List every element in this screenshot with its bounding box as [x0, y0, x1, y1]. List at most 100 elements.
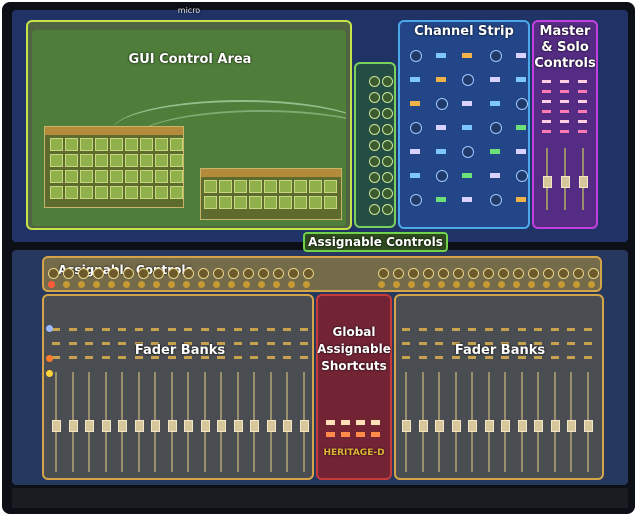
- fader-cap[interactable]: [233, 420, 243, 432]
- strip-knob[interactable]: [258, 268, 269, 279]
- screen-channel-cell[interactable]: [125, 154, 138, 167]
- screen-channel-cell[interactable]: [140, 154, 153, 167]
- fader-button[interactable]: [402, 356, 410, 359]
- master-button[interactable]: [560, 100, 569, 103]
- screen-channel-cell[interactable]: [170, 170, 183, 183]
- fader-button[interactable]: [283, 342, 291, 345]
- screen-channel-cell[interactable]: [65, 154, 78, 167]
- fader-button[interactable]: [233, 328, 242, 331]
- channel-knob[interactable]: [436, 170, 448, 182]
- fader-button[interactable]: [151, 328, 159, 331]
- screen-channel-cell[interactable]: [309, 180, 322, 193]
- fader-button[interactable]: [583, 328, 592, 331]
- fader-cap[interactable]: [550, 420, 560, 432]
- master-button[interactable]: [542, 90, 551, 93]
- assignable-knob[interactable]: [369, 172, 380, 183]
- channel-knob[interactable]: [410, 50, 422, 62]
- channel-button[interactable]: [436, 77, 446, 82]
- screen-channel-cell[interactable]: [110, 138, 123, 151]
- strip-knob[interactable]: [108, 268, 119, 279]
- fader-cap[interactable]: [501, 420, 510, 432]
- fader-button[interactable]: [52, 342, 60, 345]
- screen-channel-cell[interactable]: [170, 186, 183, 199]
- screen-channel-cell[interactable]: [95, 154, 108, 167]
- fader-button[interactable]: [101, 356, 110, 359]
- fader-cap[interactable]: [85, 420, 94, 432]
- fader-cap[interactable]: [451, 420, 461, 432]
- assignable-knob[interactable]: [382, 108, 393, 119]
- strip-knob[interactable]: [498, 268, 509, 279]
- fader-button[interactable]: [68, 342, 77, 345]
- screen-channel-cell[interactable]: [294, 196, 307, 209]
- fader-cap[interactable]: [435, 420, 444, 432]
- screen-channel-cell[interactable]: [95, 170, 108, 183]
- screen-channel-cell[interactable]: [249, 180, 262, 193]
- screen-channel-cell[interactable]: [155, 154, 168, 167]
- fader-button[interactable]: [418, 356, 427, 359]
- screen-channel-cell[interactable]: [309, 196, 322, 209]
- fader-cap[interactable]: [151, 420, 160, 432]
- screen-channel-cell[interactable]: [294, 180, 307, 193]
- screen-channel-cell[interactable]: [155, 138, 168, 151]
- assignable-knob[interactable]: [369, 140, 380, 151]
- fader-button[interactable]: [250, 342, 258, 345]
- assignable-knob[interactable]: [382, 156, 393, 167]
- master-button[interactable]: [542, 130, 551, 133]
- fader-button[interactable]: [418, 342, 427, 345]
- channel-knob[interactable]: [410, 194, 422, 206]
- strip-knob[interactable]: [483, 268, 494, 279]
- screen-channel-cell[interactable]: [50, 138, 63, 151]
- fader-cap[interactable]: [184, 420, 193, 432]
- channel-button[interactable]: [516, 125, 526, 130]
- master-button[interactable]: [560, 110, 569, 113]
- screen-channel-cell[interactable]: [110, 170, 123, 183]
- channel-button[interactable]: [462, 197, 472, 202]
- fader-cap[interactable]: [402, 420, 411, 432]
- master-button[interactable]: [542, 120, 551, 123]
- fader-button[interactable]: [517, 328, 526, 331]
- strip-knob[interactable]: [528, 268, 539, 279]
- channel-button[interactable]: [516, 197, 526, 202]
- strip-knob[interactable]: [93, 268, 104, 279]
- screen-channel-cell[interactable]: [80, 170, 93, 183]
- fader-cap[interactable]: [52, 420, 61, 432]
- channel-button[interactable]: [436, 125, 446, 130]
- strip-knob[interactable]: [408, 268, 419, 279]
- assignable-knob[interactable]: [382, 76, 393, 87]
- strip-knob[interactable]: [468, 268, 479, 279]
- fader-button[interactable]: [68, 356, 77, 359]
- fader-button[interactable]: [250, 328, 258, 331]
- channel-button[interactable]: [516, 77, 526, 82]
- strip-knob[interactable]: [213, 268, 224, 279]
- strip-knob[interactable]: [138, 268, 149, 279]
- channel-button[interactable]: [410, 101, 420, 106]
- master-button[interactable]: [560, 80, 569, 83]
- strip-knob[interactable]: [393, 268, 404, 279]
- screen-channel-cell[interactable]: [204, 180, 217, 193]
- master-button[interactable]: [560, 130, 569, 133]
- fader-button[interactable]: [266, 342, 275, 345]
- screen-channel-cell[interactable]: [279, 180, 292, 193]
- channel-button[interactable]: [410, 77, 420, 82]
- channel-button[interactable]: [490, 173, 500, 178]
- assignable-knob[interactable]: [382, 140, 393, 151]
- assignable-knob[interactable]: [382, 204, 393, 215]
- screen-channel-cell[interactable]: [65, 186, 78, 199]
- strip-knob[interactable]: [438, 268, 449, 279]
- screen-channel-cell[interactable]: [80, 138, 93, 151]
- channel-button[interactable]: [516, 53, 526, 58]
- fader-button[interactable]: [299, 342, 308, 345]
- fader-cap[interactable]: [68, 420, 78, 432]
- master-button[interactable]: [542, 80, 551, 83]
- fader-button[interactable]: [402, 342, 410, 345]
- screen-channel-cell[interactable]: [264, 196, 277, 209]
- assignable-knob[interactable]: [369, 76, 380, 87]
- channel-knob[interactable]: [436, 98, 448, 110]
- screen-channel-cell[interactable]: [80, 154, 93, 167]
- fader-cap[interactable]: [283, 420, 292, 432]
- fader-button[interactable]: [101, 342, 110, 345]
- screen-channel-cell[interactable]: [140, 138, 153, 151]
- global-shortcut-button[interactable]: [326, 432, 335, 437]
- fader-button[interactable]: [85, 356, 93, 359]
- master-fader-cap[interactable]: [561, 176, 570, 188]
